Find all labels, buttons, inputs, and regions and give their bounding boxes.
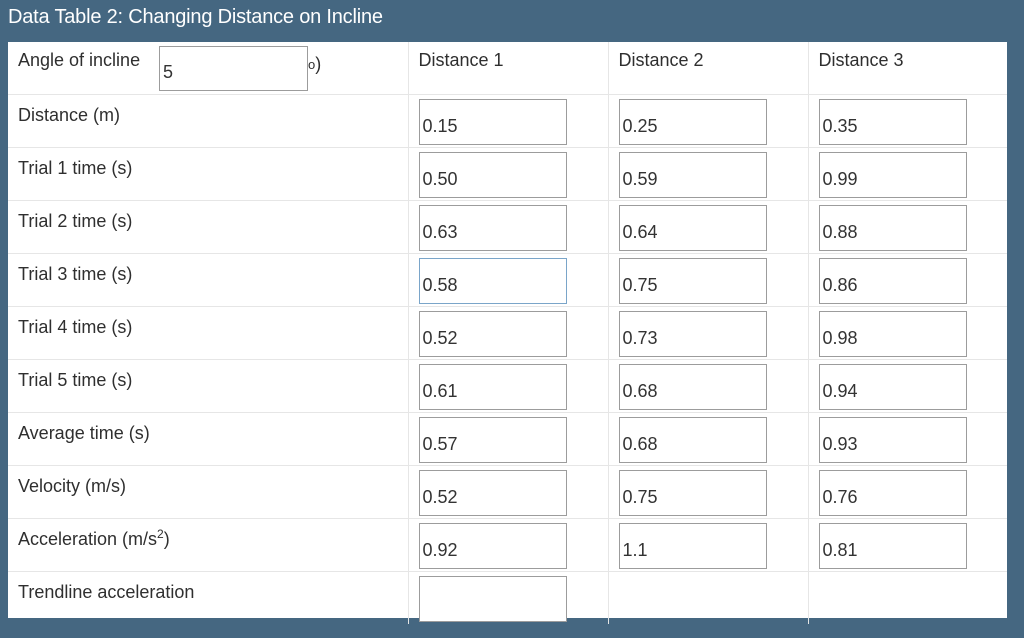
average-time-distance-3-input[interactable] [818, 417, 967, 463]
table-row-velocity: Velocity (m/s) [8, 465, 1007, 519]
table-row-trial-4: Trial 4 time (s) [8, 306, 1007, 360]
degree-unit-label: o) [308, 54, 322, 74]
average-time-distance-1-input[interactable] [418, 417, 567, 463]
angle-of-incline-label: Angle of incline [18, 50, 141, 70]
row-label: Distance (m) [18, 105, 121, 125]
velocity-distance-2-input[interactable] [618, 470, 767, 516]
row-label: Velocity (m/s) [18, 476, 127, 496]
trial-4-distance-1-input[interactable] [418, 311, 567, 357]
table-row-trial-5: Trial 5 time (s) [8, 359, 1007, 413]
table-row-distance: Distance (m) [8, 94, 1007, 148]
distance-3-input[interactable] [818, 99, 967, 145]
trial-2-distance-1-input[interactable] [418, 205, 567, 251]
trial-2-distance-3-input[interactable] [818, 205, 967, 251]
table-row-trial-3: Trial 3 time (s) [8, 253, 1007, 307]
header-row: Angle of incline o) Distance 1 Distance … [8, 42, 1007, 95]
row-label: Trial 1 time (s) [18, 158, 133, 178]
trial-1-distance-3-input[interactable] [818, 152, 967, 198]
distance-1-input[interactable] [418, 99, 567, 145]
row-label: Trial 3 time (s) [18, 264, 133, 284]
table-row-trial-2: Trial 2 time (s) [8, 200, 1007, 254]
table-row-average-time: Average time (s) [8, 412, 1007, 466]
acceleration-distance-3-input[interactable] [818, 523, 967, 569]
column-header-distance-1: Distance 1 [418, 50, 504, 70]
trial-5-distance-3-input[interactable] [818, 364, 967, 410]
trial-5-distance-1-input[interactable] [418, 364, 567, 410]
angle-of-incline-input[interactable] [159, 46, 308, 91]
trial-3-distance-2-input[interactable] [618, 258, 767, 304]
table-title: Data Table 2: Changing Distance on Incli… [8, 6, 383, 28]
velocity-distance-1-input[interactable] [418, 470, 567, 516]
data-table-panel: Angle of incline o) Distance 1 Distance … [8, 42, 1007, 624]
row-label: Trendline acceleration [18, 582, 195, 602]
velocity-distance-3-input[interactable] [818, 470, 967, 516]
trial-1-distance-1-input[interactable] [418, 152, 567, 198]
trial-3-distance-3-input[interactable] [818, 258, 967, 304]
row-label: Acceleration (m/s2) [18, 527, 170, 549]
acceleration-distance-1-input[interactable] [418, 523, 567, 569]
trial-4-distance-3-input[interactable] [818, 311, 967, 357]
row-label: Trial 5 time (s) [18, 370, 133, 390]
trendline-acceleration-input[interactable] [418, 576, 567, 622]
row-label: Average time (s) [18, 423, 150, 443]
column-header-distance-2: Distance 2 [618, 50, 704, 70]
distance-2-input[interactable] [618, 99, 767, 145]
data-table: Angle of incline o) Distance 1 Distance … [8, 42, 1007, 624]
trial-2-distance-2-input[interactable] [618, 205, 767, 251]
trial-4-distance-2-input[interactable] [618, 311, 767, 357]
trial-5-distance-2-input[interactable] [618, 364, 767, 410]
average-time-distance-2-input[interactable] [618, 417, 767, 463]
column-header-distance-3: Distance 3 [818, 50, 904, 70]
row-label: Trial 4 time (s) [18, 317, 133, 337]
table-row-trendline-acceleration: Trendline acceleration [8, 571, 1007, 624]
angle-cell: Angle of incline o) [8, 42, 409, 95]
table-row-acceleration: Acceleration (m/s2) [8, 518, 1007, 572]
trial-1-distance-2-input[interactable] [618, 152, 767, 198]
table-row-trial-1: Trial 1 time (s) [8, 147, 1007, 201]
trial-3-distance-1-input[interactable] [418, 258, 567, 304]
acceleration-distance-2-input[interactable] [618, 523, 767, 569]
row-label: Trial 2 time (s) [18, 211, 133, 231]
